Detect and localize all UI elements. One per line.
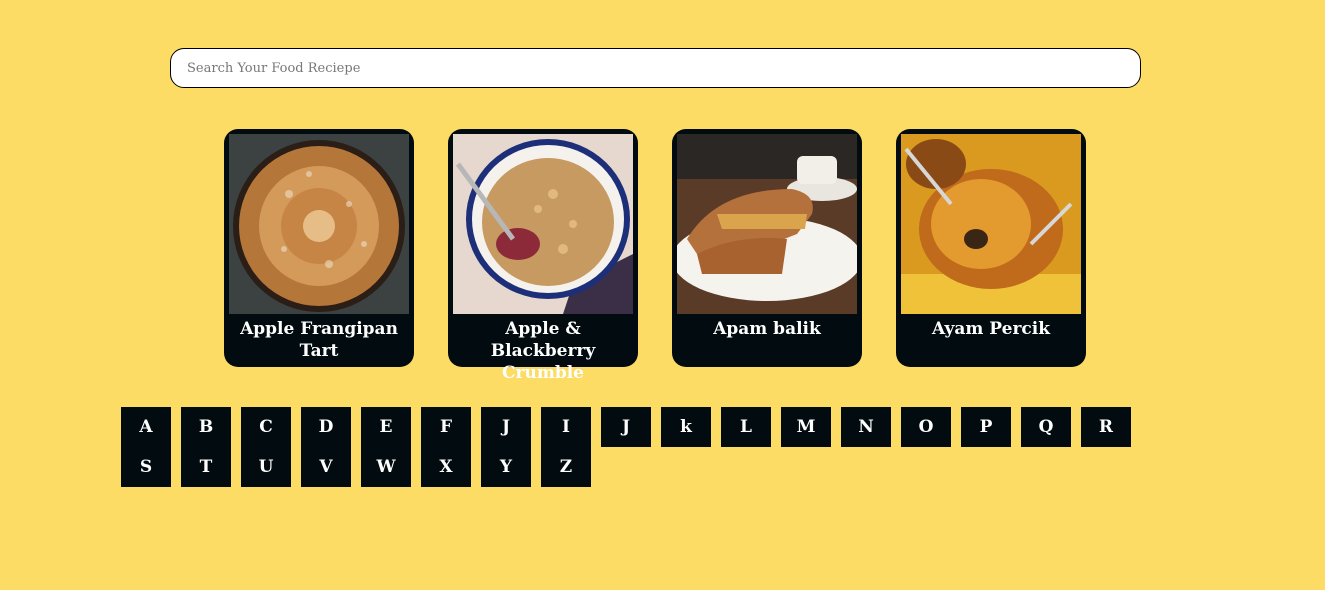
letter-button[interactable]: N bbox=[841, 407, 891, 447]
letter-button[interactable]: B bbox=[181, 407, 231, 447]
letter-button[interactable]: S bbox=[121, 447, 171, 487]
recipe-card[interactable]: Apam balik bbox=[672, 129, 862, 367]
search-bar bbox=[170, 48, 1141, 88]
letter-button[interactable]: R bbox=[1081, 407, 1131, 447]
search-input[interactable] bbox=[170, 48, 1141, 88]
letter-button[interactable]: Z bbox=[541, 447, 591, 487]
recipe-title: Apam balik bbox=[713, 319, 821, 339]
letter-button[interactable]: U bbox=[241, 447, 291, 487]
recipe-grid: Apple Frangipan Tart Apple & Blackberry … bbox=[224, 129, 1086, 383]
letter-button[interactable]: J bbox=[601, 407, 651, 447]
letter-button[interactable]: T bbox=[181, 447, 231, 487]
letter-button[interactable]: W bbox=[361, 447, 411, 487]
letter-button[interactable]: I bbox=[541, 407, 591, 447]
recipe-card[interactable]: Apple Frangipan Tart bbox=[224, 129, 414, 367]
recipe-image bbox=[453, 134, 633, 314]
letter-button[interactable]: X bbox=[421, 447, 471, 487]
letter-button[interactable]: D bbox=[301, 407, 351, 447]
letter-button[interactable]: P bbox=[961, 407, 1011, 447]
letter-button[interactable]: L bbox=[721, 407, 771, 447]
letter-button[interactable]: Q bbox=[1021, 407, 1071, 447]
letter-button[interactable]: O bbox=[901, 407, 951, 447]
recipe-image bbox=[229, 134, 409, 314]
letter-button[interactable]: Y bbox=[481, 447, 531, 487]
recipe-image bbox=[677, 134, 857, 314]
letter-button[interactable]: F bbox=[421, 407, 471, 447]
recipe-card[interactable]: Ayam Percik bbox=[896, 129, 1086, 367]
recipe-title: Apple & Blackberry Crumble bbox=[490, 319, 596, 383]
letter-button[interactable]: V bbox=[301, 447, 351, 487]
letter-button[interactable]: k bbox=[661, 407, 711, 447]
letter-button[interactable]: C bbox=[241, 407, 291, 447]
letter-button[interactable]: A bbox=[121, 407, 171, 447]
recipe-card[interactable]: Apple & Blackberry Crumble bbox=[448, 129, 638, 383]
recipe-image bbox=[901, 134, 1081, 314]
letter-nav: A B C D E F J I J k L M N O P Q R S T U … bbox=[121, 407, 1141, 487]
recipe-title: Apple Frangipan Tart bbox=[240, 319, 398, 361]
recipe-title: Ayam Percik bbox=[932, 319, 1050, 339]
letter-button[interactable]: M bbox=[781, 407, 831, 447]
letter-button[interactable]: E bbox=[361, 407, 411, 447]
letter-button[interactable]: J bbox=[481, 407, 531, 447]
